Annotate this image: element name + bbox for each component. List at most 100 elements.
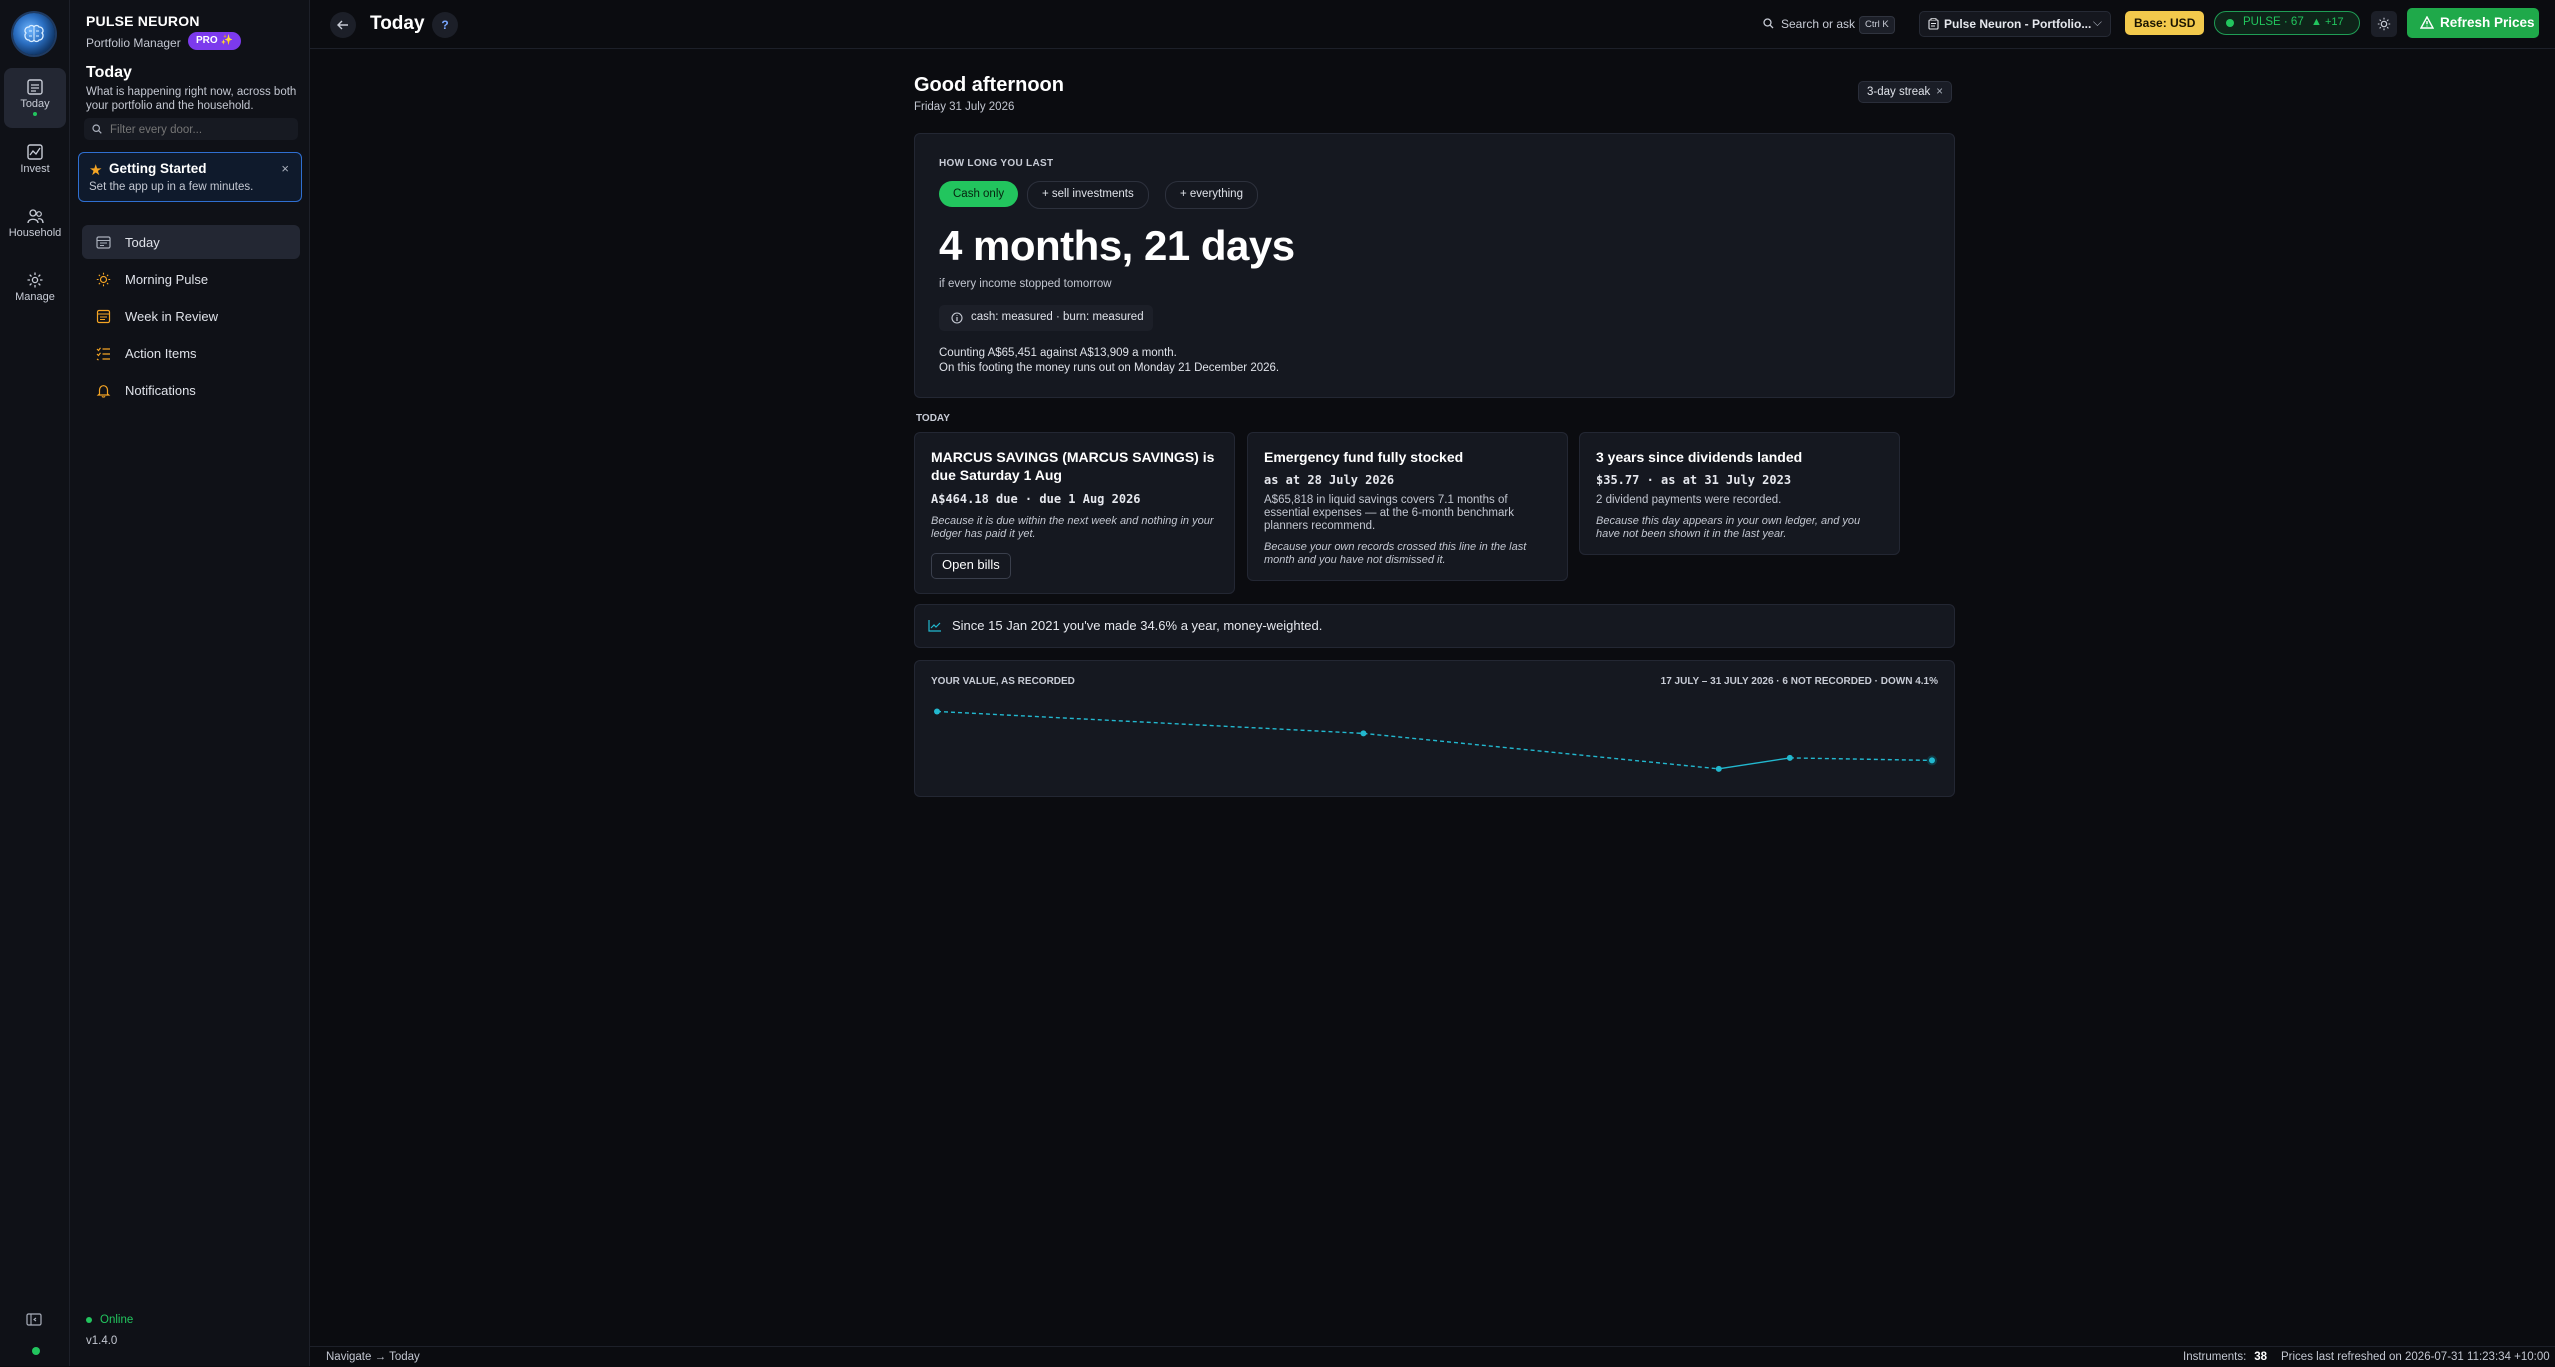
chart-title: YOUR VALUE, AS RECORDED [931, 676, 1075, 687]
sidebar-item-morning-pulse[interactable]: Morning Pulse [82, 262, 300, 296]
runout-line: On this footing the money runs out on Mo… [939, 362, 1280, 374]
card-title: Emergency fund fully stocked [1264, 449, 1464, 465]
rail-label-manage: Manage [15, 291, 55, 303]
chart-point[interactable] [1715, 765, 1722, 772]
getting-started-card[interactable]: ★ Getting Started Set the app up in a fe… [78, 152, 302, 202]
today-card-dividends: 3 years since dividends landed $35.77 · … [1579, 432, 1900, 555]
chart-line-segment [936, 710, 1364, 735]
pill-cash-only[interactable]: Cash only [939, 181, 1019, 207]
portfolio-icon [1928, 18, 1939, 30]
getting-started-subtitle: Set the app up in a few minutes. [89, 181, 254, 193]
rail-item-today[interactable]: Today [4, 68, 66, 128]
portfolio-name: Pulse Neuron - Portfolio... [1944, 17, 2092, 31]
refresh-prices-button[interactable]: Refresh Prices [2407, 8, 2539, 38]
today-icon [27, 79, 43, 95]
money-weighted-text: Since 15 Jan 2021 you've made 34.6% a ye… [952, 618, 1323, 633]
sidebar-item-today[interactable]: Today [82, 225, 300, 259]
sidebar: PULSE NEURON Portfolio Manager PRO ✨ Tod… [70, 0, 310, 1366]
card-reason: Because this day appears in your own led… [1596, 515, 1861, 540]
chart-point[interactable] [934, 708, 940, 715]
greeting: Good afternoon [914, 74, 1064, 96]
value-line-chart [934, 708, 1937, 772]
brain-icon [24, 24, 44, 43]
close-icon[interactable]: × [281, 161, 289, 176]
navigation-breadcrumb: Navigate → Today [326, 1351, 420, 1363]
online-status: Online [86, 1314, 133, 1326]
search-icon [92, 124, 102, 134]
sidebar-item-label: Notifications [125, 383, 196, 398]
rail-item-household[interactable]: Household [4, 197, 66, 257]
arrow-left-icon [337, 20, 348, 30]
card-title: MARCUS SAVINGS (MARCUS SAVINGS) is due S… [931, 449, 1215, 483]
status-bar: Navigate → Today Instruments: 38 Prices l… [310, 1346, 2555, 1367]
pro-badge: PRO ✨ [188, 32, 241, 50]
portfolio-selector[interactable]: Pulse Neuron - Portfolio... ⌵ [1919, 11, 2111, 37]
app-logo[interactable] [13, 13, 55, 55]
measured-badge: cash: measured · burn: measured [939, 305, 1153, 331]
sidebar-item-week-in-review[interactable]: Week in Review [82, 299, 300, 333]
card-reason: Because it is due within the next week a… [931, 515, 1214, 540]
sidebar-item-action-items[interactable]: Action Items [82, 336, 300, 370]
help-button[interactable]: ? [432, 12, 458, 38]
review-icon [96, 309, 111, 324]
today-card-bill-due: MARCUS SAVINGS (MARCUS SAVINGS) is due S… [914, 432, 1235, 594]
chart-line-segment [1718, 757, 1790, 770]
rail-item-invest[interactable]: Invest [4, 133, 66, 193]
rail-label-invest: Invest [20, 163, 50, 175]
brand-subtitle: Portfolio Manager [86, 36, 181, 50]
active-indicator [33, 112, 37, 116]
pulse-dot [2226, 19, 2234, 27]
card-title: 3 years since dividends landed [1596, 449, 1803, 465]
pulse-score-badge[interactable]: PULSE · 67 ▲ +17 [2214, 11, 2360, 35]
filter-input[interactable] [108, 120, 292, 140]
pulse-score: PULSE · 67 [2243, 16, 2304, 28]
value-chart-card: YOUR VALUE, AS RECORDED 17 JULY – 31 JUL… [914, 660, 1955, 797]
refresh-prices-label: Refresh Prices [2440, 15, 2535, 30]
card-description: A$65,818 in liquid savings covers 7.1 mo… [1264, 494, 1514, 532]
top-bar: Today ? Search or ask Ctrl K Pulse Neuro… [310, 0, 2555, 49]
warning-icon [2420, 16, 2434, 29]
brand-name: PULSE NEURON [86, 13, 200, 29]
chart-icon [928, 620, 941, 632]
pulse-delta: ▲ +17 [2311, 16, 2344, 28]
bell-icon [96, 385, 111, 398]
sidebar-item-notifications[interactable]: Notifications [82, 373, 300, 407]
sidebar-item-label: Morning Pulse [125, 272, 209, 287]
sun-icon [2377, 17, 2391, 31]
chart-line-segment [1789, 757, 1933, 762]
pill-everything[interactable]: + everything [1165, 181, 1258, 209]
today-card-emergency-fund: Emergency fund fully stocked as at 28 Ju… [1247, 432, 1568, 581]
card-description: 2 dividend payments were recorded. [1596, 494, 1782, 506]
close-icon[interactable]: × [1936, 86, 1943, 98]
chart-point[interactable] [1927, 755, 1937, 766]
runway-condition: if every income stopped tomorrow [939, 278, 1112, 290]
how-long-label: HOW LONG YOU LAST [939, 158, 1054, 169]
star-icon: ★ [89, 162, 103, 179]
sidebar-item-label: Week in Review [125, 309, 218, 324]
instruments-label: Instruments: [2183, 1351, 2247, 1363]
info-icon [951, 312, 963, 324]
card-reason: Because your own records crossed this li… [1264, 541, 1527, 566]
chart-line-segment [1363, 732, 1719, 770]
current-date: Friday 31 July 2026 [914, 101, 1015, 113]
sidebar-description: What is happening right now, across both… [86, 86, 297, 112]
pill-sell-investments[interactable]: + sell investments [1027, 181, 1149, 209]
card-meta: $35.77 · as at 31 July 2023 [1596, 473, 1792, 487]
back-button[interactable] [330, 12, 356, 38]
prices-refreshed: Prices last refreshed on 2026-07-31 11:2… [2281, 1351, 2550, 1363]
chart-point[interactable] [1786, 754, 1793, 761]
getting-started-title: Getting Started [109, 161, 207, 176]
page-title: Today [370, 13, 425, 34]
sidebar-item-label: Action Items [125, 346, 197, 361]
icon-rail: Today Invest Household Manage [0, 0, 70, 1366]
calendar-icon [96, 236, 111, 249]
collapse-sidebar-icon[interactable] [26, 1313, 42, 1326]
sidebar-title: Today [86, 64, 132, 81]
theme-toggle-button[interactable] [2371, 11, 2397, 37]
how-long-you-last-card: HOW LONG YOU LAST Cash only + sell inves… [914, 133, 1955, 398]
search-button[interactable]: Search or ask Ctrl K [1757, 13, 1897, 35]
rail-item-manage[interactable]: Manage [4, 261, 66, 321]
open-bills-button[interactable]: Open bills [931, 553, 1011, 579]
base-currency-badge[interactable]: Base: USD [2125, 11, 2205, 35]
chart-point[interactable] [1360, 730, 1367, 737]
